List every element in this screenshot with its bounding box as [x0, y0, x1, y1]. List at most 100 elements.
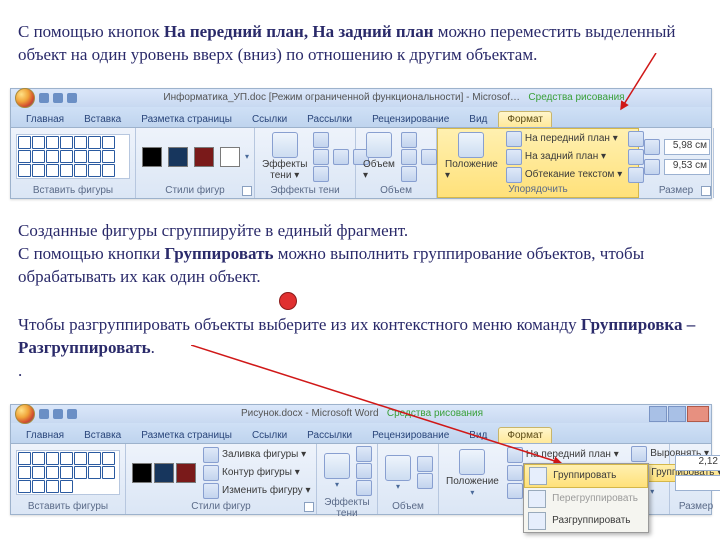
- paragraph-2: Созданные фигуры сгруппируйте в единый ф…: [0, 216, 720, 293]
- tab-insert[interactable]: Вставка: [75, 111, 130, 127]
- shadow-effects-button[interactable]: Эффекты тени ▾: [260, 132, 309, 181]
- tab-refs[interactable]: Ссылки: [243, 111, 296, 127]
- tab-home[interactable]: Главная: [17, 427, 73, 443]
- button-label: Положение ▾: [445, 159, 498, 181]
- tilt-down-icon[interactable]: [401, 166, 417, 182]
- minimize-button[interactable]: [649, 406, 667, 422]
- ribbon-groups: Вставить фигуры ▾ Стили фигур Эффекты те…: [11, 128, 711, 198]
- tilt-icon[interactable]: [417, 473, 433, 489]
- group-3d: ▾ Объем: [378, 444, 439, 514]
- shape-fill-button[interactable]: Заливка фигуры ▾: [201, 447, 312, 463]
- button-label: Положение: [446, 476, 499, 487]
- width-input[interactable]: [675, 475, 720, 491]
- tab-mail[interactable]: Рассылки: [298, 111, 361, 127]
- shape-gallery[interactable]: [16, 134, 130, 179]
- position-button[interactable]: Положение ▾: [443, 132, 500, 181]
- button-label: Заливка фигуры ▾: [222, 449, 306, 460]
- text-wrap-button[interactable]: Обтекание текстом ▾: [504, 167, 624, 183]
- contextual-tab-title: Средства рисования: [528, 92, 624, 103]
- tab-insert[interactable]: Вставка: [75, 427, 130, 443]
- office-button[interactable]: [15, 88, 35, 108]
- dialog-launcher-icon[interactable]: [304, 502, 314, 512]
- shadow-toggle-icon[interactable]: [333, 149, 349, 165]
- send-to-back-button[interactable]: На задний план ▾: [504, 149, 624, 165]
- shadow-nudge-icon[interactable]: [356, 446, 372, 462]
- bring-to-front-button[interactable]: На передний план ▾: [504, 131, 624, 147]
- menu-item-ungroup[interactable]: Разгруппировать: [524, 510, 648, 532]
- bucket-icon: [203, 447, 219, 463]
- button-label: Обтекание текстом ▾: [525, 169, 622, 180]
- gallery-more-icon[interactable]: ▾: [245, 152, 249, 161]
- tab-review[interactable]: Рецензирование: [363, 427, 458, 443]
- position-button[interactable]: Положение▾: [444, 449, 501, 497]
- contextual-tab-title: Средства рисования: [387, 408, 483, 419]
- style-gallery[interactable]: [131, 462, 197, 484]
- height-input[interactable]: 5,98 см: [664, 139, 710, 155]
- menu-item-group[interactable]: Группировать: [524, 464, 648, 488]
- tilt-up-icon[interactable]: [401, 132, 417, 148]
- shape-outline-button[interactable]: Контур фигуры ▾: [201, 465, 312, 481]
- text: .: [151, 338, 155, 357]
- tab-format[interactable]: Формат: [498, 111, 552, 127]
- 3d-button[interactable]: ▾: [383, 455, 413, 491]
- height-input[interactable]: 2,12: [675, 455, 720, 471]
- tab-review[interactable]: Рецензирование: [363, 111, 458, 127]
- tab-home[interactable]: Главная: [17, 111, 73, 127]
- doc-name: Рисунок.docx - Microsoft Word: [241, 408, 379, 419]
- qat-save-icon[interactable]: [39, 93, 49, 103]
- menu-label: Группировать: [553, 470, 616, 481]
- pencil-icon: [203, 465, 219, 481]
- width-input[interactable]: 9,53 см: [664, 159, 710, 175]
- maximize-button[interactable]: [668, 406, 686, 422]
- group-label: Вставить фигуры: [16, 184, 130, 198]
- tilt-right-icon[interactable]: [421, 149, 437, 165]
- group-label: Упорядочить: [443, 183, 633, 197]
- shadow-button[interactable]: ▾: [322, 453, 352, 489]
- button-label: На передний план ▾: [525, 133, 618, 144]
- shadow-down-icon[interactable]: [313, 166, 329, 182]
- quick-access-toolbar[interactable]: [39, 409, 77, 419]
- group-label: Размер: [675, 500, 717, 514]
- ribbon-tabs: Главная Вставка Разметка страницы Ссылки…: [11, 423, 711, 444]
- regroup-icon: [528, 490, 546, 508]
- cube-icon: [366, 132, 392, 158]
- tab-view[interactable]: Вид: [460, 427, 496, 443]
- change-shape-button[interactable]: Изменить фигуру ▾: [201, 483, 312, 499]
- tab-format[interactable]: Формат: [498, 427, 552, 443]
- qat-redo-icon[interactable]: [67, 93, 77, 103]
- close-button[interactable]: [687, 406, 709, 422]
- bring-to-front-button[interactable]: На передний план ▾: [505, 447, 625, 463]
- qat-undo-icon[interactable]: [53, 409, 63, 419]
- shadow-left-icon[interactable]: [313, 149, 329, 165]
- qat-save-icon[interactable]: [39, 409, 49, 419]
- dialog-launcher-icon[interactable]: [701, 186, 711, 196]
- tilt-left-icon[interactable]: [401, 149, 417, 165]
- shadow-nudge-icon[interactable]: [356, 463, 372, 479]
- button-label: Эффекты тени ▾: [262, 159, 307, 181]
- text: С помощью кнопки: [18, 244, 164, 263]
- shape-gallery[interactable]: [16, 450, 120, 495]
- tab-mail[interactable]: Рассылки: [298, 427, 361, 443]
- tilt-icon[interactable]: [417, 456, 433, 472]
- style-gallery[interactable]: ▾: [141, 130, 249, 184]
- shadow-up-icon[interactable]: [313, 132, 329, 148]
- text-bold: Группировать: [164, 244, 273, 263]
- dialog-launcher-icon[interactable]: [242, 186, 252, 196]
- tab-layout[interactable]: Разметка страницы: [132, 111, 241, 127]
- 3d-button[interactable]: Объем ▾: [361, 132, 397, 181]
- tab-layout[interactable]: Разметка страницы: [132, 427, 241, 443]
- tab-view[interactable]: Вид: [460, 111, 496, 127]
- 3d-tilt[interactable]: [401, 132, 437, 182]
- tab-refs[interactable]: Ссылки: [243, 427, 296, 443]
- qat-undo-icon[interactable]: [53, 93, 63, 103]
- shadow-icon: [272, 132, 298, 158]
- shadow-nudge-icon[interactable]: [356, 480, 372, 496]
- title-bar: Рисунок.docx - Microsoft Word Средства р…: [11, 405, 711, 423]
- group-shape-styles: Заливка фигуры ▾ Контур фигуры ▾ Изменит…: [126, 444, 317, 514]
- group-shape-styles: ▾ Стили фигур: [136, 128, 255, 198]
- ribbon-2: Рисунок.docx - Microsoft Word Средства р…: [10, 404, 712, 515]
- qat-redo-icon[interactable]: [67, 409, 77, 419]
- office-button[interactable]: [15, 404, 35, 424]
- quick-access-toolbar[interactable]: [39, 93, 77, 103]
- group-insert-shapes: Вставить фигуры: [11, 128, 136, 198]
